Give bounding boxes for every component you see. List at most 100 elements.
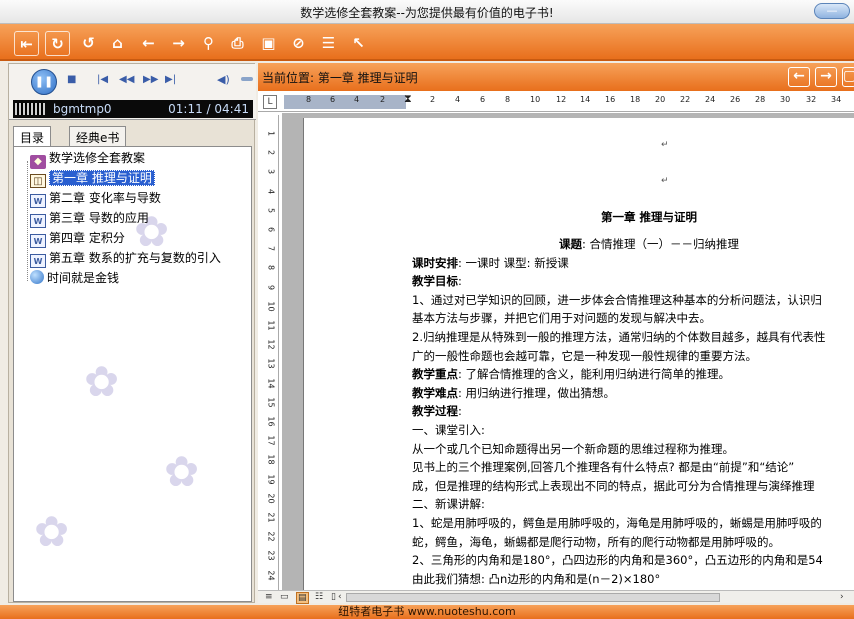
ruler-tick-label: 32 xyxy=(806,95,817,104)
horizontal-scrollbar[interactable] xyxy=(346,593,720,602)
tree-item[interactable]: 时间就是金钱 xyxy=(30,269,119,287)
tree-item-label: 第四章 定积分 xyxy=(49,231,125,245)
panel-tabs: 目录 经典e书 xyxy=(13,126,256,146)
document-line: 由此我们猜想: 凸n边形的内角和是(n－2)×180° xyxy=(412,570,660,588)
document-line-text: 蛇，鳄鱼，海龟，蜥蜴都是爬行动物，所有的爬行动物都是用肺呼吸的。 xyxy=(412,534,780,549)
tree-item-label: 数学选修全套教案 xyxy=(49,151,146,165)
scroll-left-icon[interactable]: ‹ xyxy=(338,592,342,602)
document-line: 一、课堂引入: xyxy=(412,421,485,439)
document-line: 2.归纳推理是从特殊到一般的推理方法，通常归纳的个体数目越多，越具有代表性 xyxy=(412,328,825,346)
ruler-tick-label: 6 xyxy=(480,95,486,104)
tree-item-label: 第一章 推理与证明 xyxy=(49,170,155,186)
next-page-button[interactable]: → xyxy=(815,67,837,87)
ruler-tick-label: 17 xyxy=(266,435,276,446)
scroll-right-icon[interactable]: › xyxy=(840,592,844,602)
normal-view-icon[interactable]: ≡ xyxy=(265,592,273,602)
ruler-tick-label: 20 xyxy=(266,493,276,504)
document-line: 2、三角形的内角和是180°，凸四边形的内角和是360°，凸五边形的内角和是54 xyxy=(412,551,823,569)
vertical-ruler: 1234567891011121314151617181920212223242… xyxy=(263,115,279,591)
ruler-tick-label: 9 xyxy=(266,284,276,290)
ruler-tick-label: 20 xyxy=(655,95,666,104)
document-line: 教学难点: 用归纳进行推理，做出猜想。 xyxy=(412,384,615,402)
notes-icon[interactable]: ☰ xyxy=(316,31,341,56)
ruler-tick-label: 18 xyxy=(266,454,276,465)
music-player: ❚❚ ■ |◀ ◀◀ ▶▶ ▶| ◀) bgmtmp0 01:11 / 04:4… xyxy=(9,64,256,120)
exit-icon[interactable]: ⇤ xyxy=(14,31,39,56)
home-icon[interactable]: ⌂ xyxy=(105,31,130,56)
volume-icon[interactable]: ◀) xyxy=(217,73,230,86)
tools-icon[interactable]: ⊘ xyxy=(286,31,311,56)
reload-icon[interactable]: ↺ xyxy=(76,31,101,56)
reader-area: 当前位置: 第一章 推理与证明 ← → ▢ L 8 6 4 2 2 4 6 8 10 12 14 16… xyxy=(258,63,854,604)
ruler-tick-label: 2 xyxy=(430,95,436,104)
document-line-text: 1、通过对已学知识的回顾，进一步体会合情推理这种基本的分析问题法，认识归 xyxy=(412,292,822,307)
flower-decoration: ✿ xyxy=(34,507,70,556)
page-view-icon[interactable]: ▤ xyxy=(296,592,309,604)
minimize-button[interactable]: — xyxy=(814,3,850,19)
next-icon[interactable]: ▶| xyxy=(165,74,176,85)
forward-icon[interactable]: → xyxy=(166,31,191,56)
refresh-icon[interactable]: ↻ xyxy=(45,31,70,56)
back-icon[interactable]: ← xyxy=(136,31,161,56)
ruler-tick-label: 2 xyxy=(266,150,276,156)
pause-button[interactable]: ❚❚ xyxy=(31,69,57,95)
prev-page-button[interactable]: ← xyxy=(788,67,810,87)
ruler-tick-label: 24 xyxy=(705,95,716,104)
ruler-tick-label: 22 xyxy=(680,95,691,104)
tree-item-label: 第二章 变化率与导数 xyxy=(49,191,161,205)
rewind-icon[interactable]: ◀◀ xyxy=(119,74,134,85)
document-line-text: : 一课时 课型: 新授课 xyxy=(458,255,569,270)
tree-item[interactable]: W 第二章 变化率与导数 xyxy=(30,189,161,208)
flower-decoration: ✿ xyxy=(164,447,200,496)
document-line: 从一个或几个已知命题得出另一个新命题的思维过程称为推理。 xyxy=(412,440,734,458)
document-line-text: : xyxy=(458,404,462,419)
tab-catalog[interactable]: 目录 xyxy=(13,126,52,146)
tree-connector xyxy=(27,161,28,281)
document-line-text: 二、新课讲解: xyxy=(412,497,485,512)
tab-classics[interactable]: 经典e书 xyxy=(69,126,127,146)
document-line: 蛇，鳄鱼，海龟，蜥蜴都是爬行动物，所有的爬行动物都是用肺呼吸的。 xyxy=(412,533,780,551)
tab-stop-selector[interactable]: L xyxy=(263,95,277,109)
reading-view-icon[interactable]: ▯ xyxy=(331,592,336,602)
fullscreen-button[interactable]: ▢ xyxy=(842,67,854,87)
ruler-tick-label: 4 xyxy=(455,95,461,104)
indent-marker-icon[interactable]: ⧗ xyxy=(404,92,412,106)
horizontal-ruler: L 8 6 4 2 2 4 6 8 10 12 14 16 18 20 22 24 26 28 30 32 34 ⧗ xyxy=(258,92,854,112)
tree-item[interactable]: W 第三章 导数的应用 xyxy=(30,209,149,228)
cursor-icon[interactable]: ↖ xyxy=(346,31,371,56)
save-icon[interactable]: ▣ xyxy=(256,31,281,56)
search-icon[interactable]: ⚲ xyxy=(196,31,221,56)
document-line-text: 从一个或几个已知命题得出另一个新命题的思维过程称为推理。 xyxy=(412,441,734,456)
tree-item-label: 第三章 导数的应用 xyxy=(49,211,149,225)
document-line-text: 2、三角形的内角和是180°，凸四边形的内角和是360°，凸五边形的内角和是54 xyxy=(412,553,823,568)
flower-decoration: ✿ xyxy=(84,357,120,406)
ruler-tick-label: 7 xyxy=(266,246,276,252)
document-line-text: : 用归纳进行推理，做出猜想。 xyxy=(458,385,616,400)
ruler-tick-label: 34 xyxy=(831,95,842,104)
document-line-text: 1、蛇是用肺呼吸的，鳄鱼是用肺呼吸的，海龟是用肺呼吸的，蜥蜴是用肺呼吸的 xyxy=(412,516,822,530)
document-line-text: 广的一般性命题也会越可靠，它是一种发现一般性规律的重要方法。 xyxy=(412,348,757,363)
tree-item[interactable]: W 第五章 数系的扩充与复数的引入 xyxy=(30,249,221,268)
volume-slider[interactable] xyxy=(241,77,253,81)
outline-view-icon[interactable]: ☷ xyxy=(315,592,323,602)
previous-icon[interactable]: |◀ xyxy=(97,74,108,85)
document-line-text: 成，但是推理的结构形式上表现出不同的特点，据此可分为合情推理与演绎推理 xyxy=(412,478,815,493)
tree-root[interactable]: ◆ 数学选修全套教案 xyxy=(30,149,146,169)
web-view-icon[interactable]: ▭ xyxy=(280,592,289,602)
document-line: 1、蛇是用肺呼吸的，鳄鱼是用肺呼吸的，海龟是用肺呼吸的，蜥蜴是用肺呼吸的 xyxy=(412,514,822,532)
document-line: 课题: 合情推理（一）－－归纳推理 xyxy=(559,235,739,253)
print-icon[interactable]: ⎙ xyxy=(225,31,250,56)
ruler-tick-label: 2 xyxy=(380,95,386,104)
ruler-tick-label: 21 xyxy=(266,512,276,523)
tree-item-label: 第五章 数系的扩充与复数的引入 xyxy=(49,251,221,265)
document-line-text: 由此我们猜想: 凸n边形的内角和是(n－2)×180° xyxy=(412,571,661,586)
ruler-margin xyxy=(284,95,406,109)
tree-item[interactable]: ◫ 第一章 推理与证明 xyxy=(30,169,155,188)
ruler-tick-label: 28 xyxy=(755,95,766,104)
stop-icon[interactable]: ■ xyxy=(67,74,76,85)
tree-item[interactable]: W 第四章 定积分 xyxy=(30,229,125,248)
ruler-tick-label: 15 xyxy=(266,397,276,408)
ruler-tick-label: 16 xyxy=(605,95,616,104)
track-name: bgmtmp0 xyxy=(53,102,112,116)
fast-forward-icon[interactable]: ▶▶ xyxy=(143,74,158,85)
